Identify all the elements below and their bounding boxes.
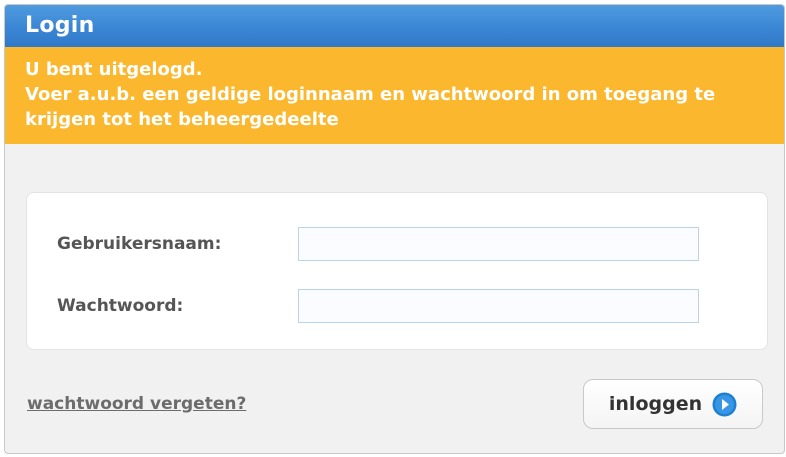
username-input[interactable] — [298, 227, 699, 261]
password-label: Wachtwoord: — [57, 296, 184, 316]
notice-line-2: Voer a.u.b. een geldige loginnaam en wac… — [25, 84, 716, 130]
password-row: Wachtwoord: — [57, 289, 699, 323]
login-button[interactable]: inloggen — [583, 379, 763, 429]
login-form-panel: Gebruikersnaam: Wachtwoord: — [26, 192, 768, 350]
login-button-label: inloggen — [608, 393, 703, 415]
username-row: Gebruikersnaam: — [57, 227, 699, 261]
forgot-password-link[interactable]: wachtwoord vergeten? — [27, 394, 246, 414]
password-input[interactable] — [298, 289, 699, 323]
logout-notice: U bent uitgelogd. Voer a.u.b. een geldig… — [5, 47, 784, 144]
arrow-right-circle-icon — [712, 392, 737, 417]
username-label: Gebruikersnaam: — [57, 234, 222, 254]
notice-line-1: U bent uitgelogd. — [25, 59, 203, 80]
dialog-title: Login — [5, 5, 784, 47]
